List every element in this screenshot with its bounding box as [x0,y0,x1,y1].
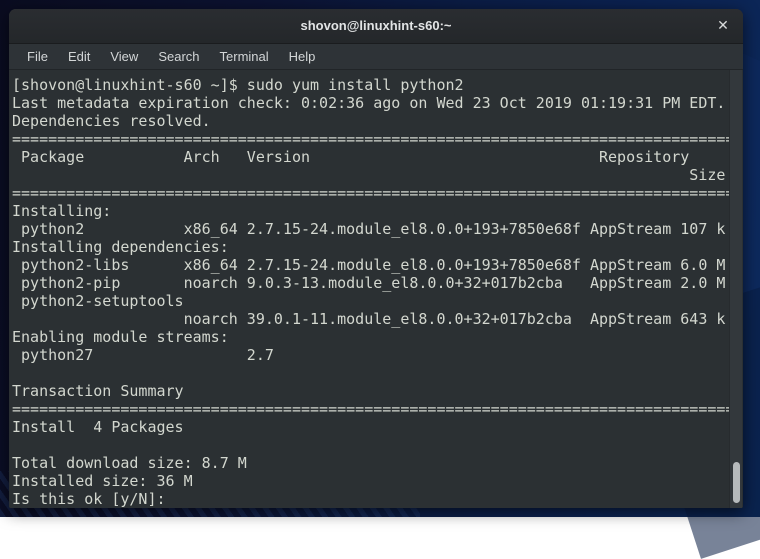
terminal-screen[interactable]: [shovon@linuxhint-s60 ~]$ sudo yum insta… [9,70,743,508]
terminal-line: Installing: [12,202,112,220]
terminal-line: python27 2.7 [12,346,274,364]
menubar: File Edit View Search Terminal Help [9,44,743,70]
menu-item-view[interactable]: View [100,44,148,69]
terminal-line: Install 4 Packages [12,418,184,436]
scrollbar-track[interactable] [729,70,742,508]
menu-item-terminal[interactable]: Terminal [210,44,279,69]
menu-item-help[interactable]: Help [279,44,326,69]
menu-item-edit[interactable]: Edit [58,44,100,69]
terminal-line: Is this ok [y/N]: [12,490,175,508]
terminal-line: Transaction Summary [12,382,184,400]
terminal-line: Installed size: 36 M [12,472,193,490]
terminal-output: [shovon@linuxhint-s60 ~]$ sudo yum insta… [12,76,743,508]
terminal-line: Installing dependencies: [12,238,229,256]
terminal-line: ========================================… [12,130,735,148]
close-button[interactable]: ✕ [710,13,736,39]
terminal-line: [shovon@linuxhint-s60 ~]$ sudo yum insta… [12,76,464,94]
close-icon: ✕ [717,18,729,34]
titlebar[interactable]: shovon@linuxhint-s60:~ ✕ [9,9,743,44]
terminal-line: Package Arch Version Repository [12,148,690,166]
terminal-line: Dependencies resolved. [12,112,211,130]
terminal-line: python2-libs x86_64 2.7.15-24.module_el8… [12,256,726,274]
terminal-line: python2-setuptools [12,292,184,310]
terminal-line: Total download size: 8.7 M [12,454,247,472]
menu-item-file[interactable]: File [17,44,58,69]
terminal-window: shovon@linuxhint-s60:~ ✕ File Edit View … [9,9,743,508]
terminal-line: Last metadata expiration check: 0:02:36 … [12,94,726,112]
terminal-line: ========================================… [12,184,735,202]
terminal-line: Size [12,166,726,184]
terminal-line: python2-pip noarch 9.0.3-13.module_el8.0… [12,274,726,292]
terminal-line: Enabling module streams: [12,328,229,346]
menu-item-search[interactable]: Search [148,44,209,69]
terminal-line: python2 x86_64 2.7.15-24.module_el8.0.0+… [12,220,726,238]
scrollbar-thumb[interactable] [733,462,740,503]
terminal-line: ========================================… [12,400,735,418]
window-title: shovon@linuxhint-s60:~ [300,18,452,33]
terminal-line: noarch 39.0.1-11.module_el8.0.0+32+017b2… [12,310,726,328]
